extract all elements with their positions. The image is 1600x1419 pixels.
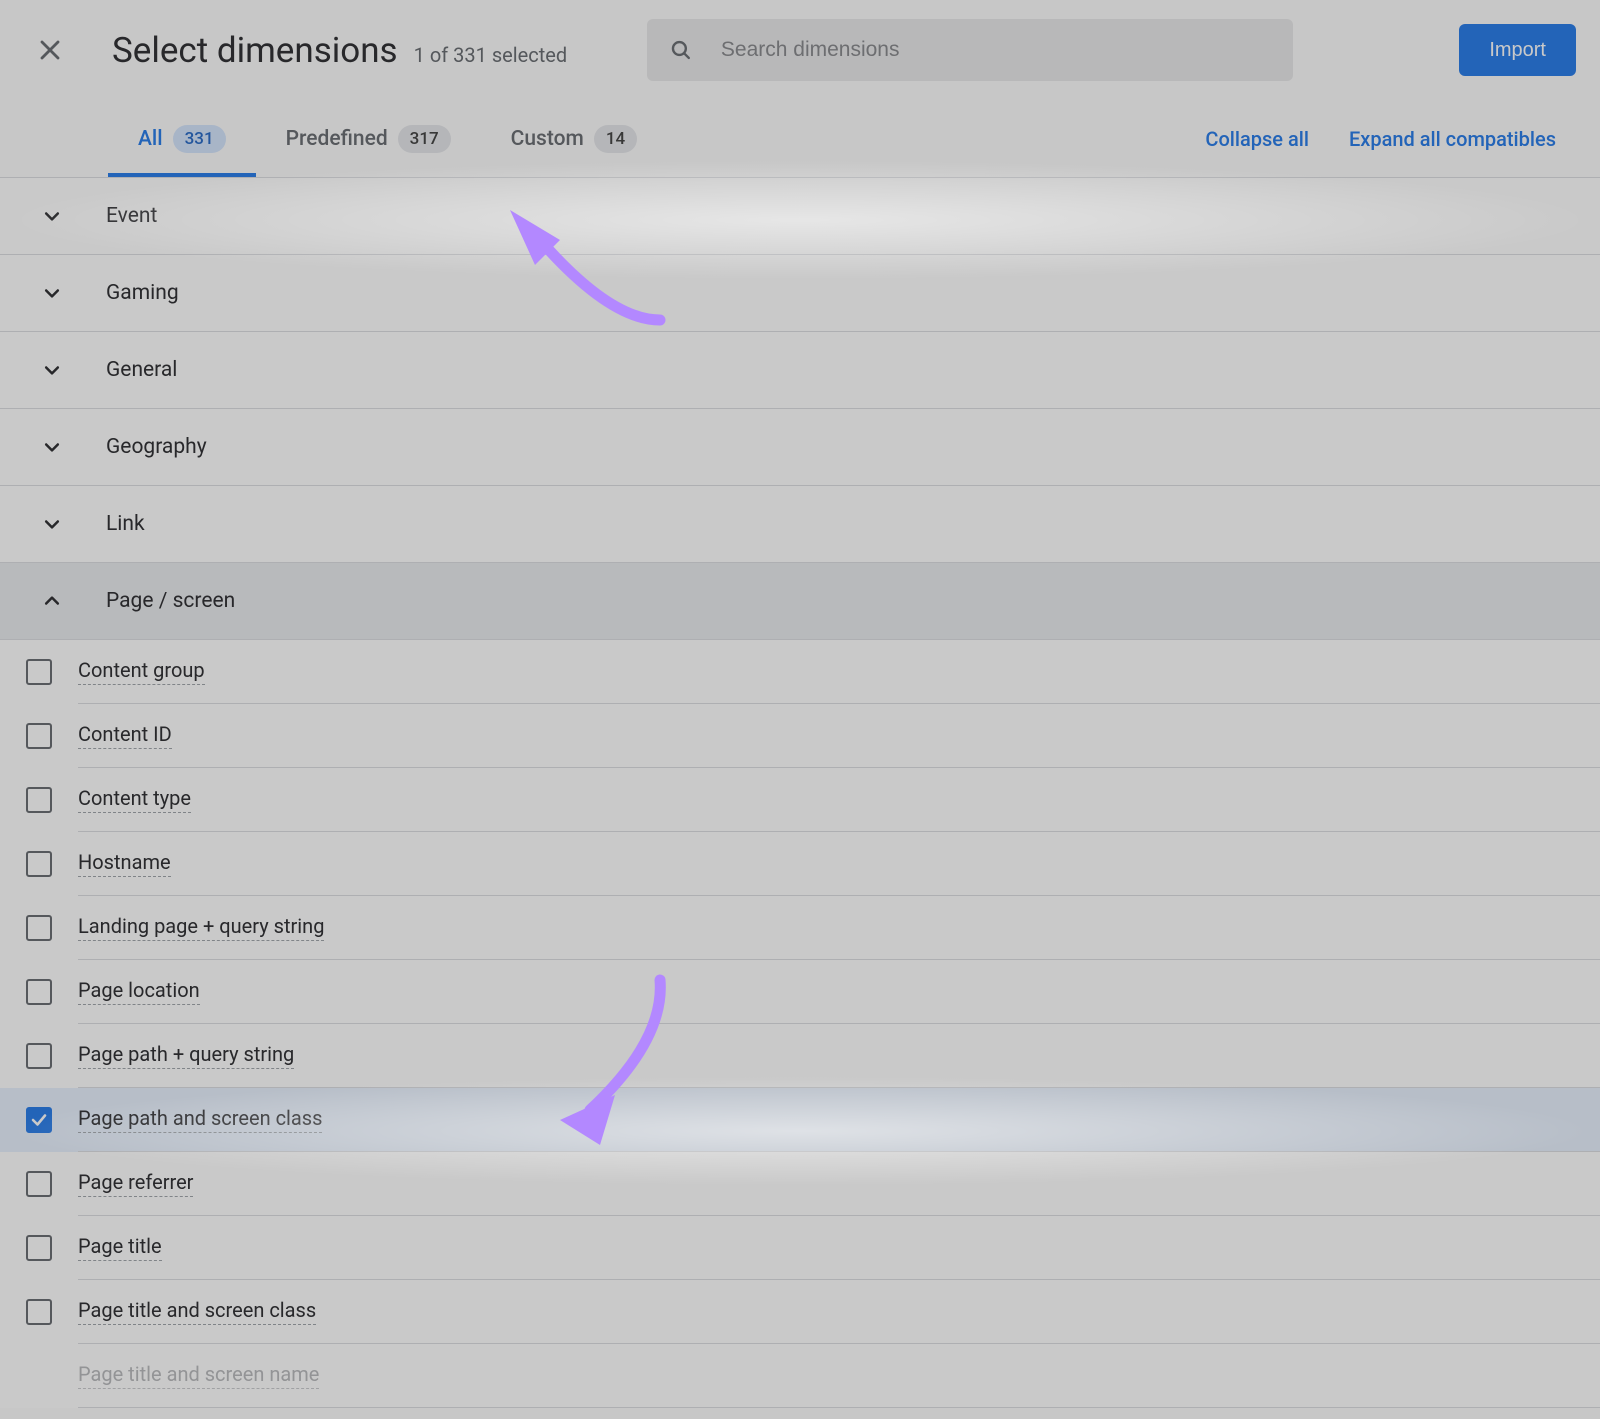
category-row-general[interactable]: General bbox=[0, 332, 1600, 409]
checkbox[interactable] bbox=[26, 1171, 52, 1197]
tab-label: Predefined bbox=[286, 127, 388, 151]
selection-count: 1 of 331 selected bbox=[414, 43, 568, 67]
checkbox[interactable] bbox=[26, 1299, 52, 1325]
dimension-label: Page title bbox=[78, 1234, 162, 1261]
page-screen-items: Content group Content ID Content type Ho… bbox=[0, 640, 1600, 1408]
dimension-item[interactable]: Content type bbox=[0, 768, 1600, 832]
import-button[interactable]: Import bbox=[1459, 24, 1576, 76]
checkbox[interactable] bbox=[26, 915, 52, 941]
category-row-gaming[interactable]: Gaming bbox=[0, 255, 1600, 332]
checkbox[interactable] bbox=[26, 979, 52, 1005]
category-label: Page / screen bbox=[106, 589, 235, 613]
chevron-down-icon bbox=[26, 206, 78, 226]
category-label: General bbox=[106, 358, 177, 382]
search-icon bbox=[669, 37, 693, 63]
dimension-label: Page path and screen class bbox=[78, 1106, 322, 1133]
checkbox[interactable] bbox=[26, 659, 52, 685]
dimension-label: Page location bbox=[78, 978, 200, 1005]
expand-all-link[interactable]: Expand all compatibles bbox=[1329, 127, 1576, 151]
dimension-item[interactable]: Content ID bbox=[0, 704, 1600, 768]
tabs-row: All 331 Predefined 317 Custom 14 Collaps… bbox=[0, 100, 1600, 178]
tab-custom[interactable]: Custom 14 bbox=[481, 100, 667, 177]
dimension-item[interactable]: Page title and screen class bbox=[0, 1280, 1600, 1344]
dimension-label: Landing page + query string bbox=[78, 914, 324, 941]
dimension-label: Content group bbox=[78, 658, 205, 685]
search-input[interactable] bbox=[721, 38, 1271, 62]
chevron-down-icon bbox=[26, 360, 78, 380]
title-group: Select dimensions 1 of 331 selected bbox=[112, 30, 567, 71]
dimension-label: Page path + query string bbox=[78, 1042, 294, 1069]
check-icon bbox=[30, 1111, 48, 1129]
dimension-item-selected[interactable]: Page path and screen class bbox=[0, 1088, 1600, 1152]
tab-count-badge: 317 bbox=[398, 125, 451, 153]
category-row-link[interactable]: Link bbox=[0, 486, 1600, 563]
checkbox[interactable] bbox=[26, 787, 52, 813]
dimension-label: Page title and screen class bbox=[78, 1298, 316, 1325]
chevron-up-icon bbox=[26, 591, 78, 611]
tab-label: Custom bbox=[511, 127, 584, 151]
dimension-label: Content ID bbox=[78, 722, 172, 749]
dimension-label: Content type bbox=[78, 786, 191, 813]
dimension-item[interactable]: Page title bbox=[0, 1216, 1600, 1280]
chevron-down-icon bbox=[26, 514, 78, 534]
chevron-down-icon bbox=[26, 283, 78, 303]
category-row-event[interactable]: Event bbox=[0, 178, 1600, 255]
category-row-geography[interactable]: Geography bbox=[0, 409, 1600, 486]
checkbox[interactable] bbox=[26, 723, 52, 749]
dimension-item[interactable]: Hostname bbox=[0, 832, 1600, 896]
tab-count-badge: 331 bbox=[173, 125, 226, 153]
dimension-item[interactable]: Page location bbox=[0, 960, 1600, 1024]
category-row-page-screen[interactable]: Page / screen bbox=[0, 563, 1600, 640]
close-button[interactable] bbox=[24, 24, 76, 76]
chevron-down-icon bbox=[26, 437, 78, 457]
checkbox-checked[interactable] bbox=[26, 1107, 52, 1133]
dimension-item[interactable]: Page path + query string bbox=[0, 1024, 1600, 1088]
checkbox[interactable] bbox=[26, 1043, 52, 1069]
category-label: Link bbox=[106, 512, 145, 536]
checkbox-disabled bbox=[26, 1363, 52, 1389]
tab-count-badge: 14 bbox=[594, 125, 637, 153]
dimension-item[interactable]: Content group bbox=[0, 640, 1600, 704]
dialog-title: Select dimensions bbox=[112, 30, 398, 71]
dimension-item[interactable]: Landing page + query string bbox=[0, 896, 1600, 960]
close-icon bbox=[38, 38, 62, 62]
dimension-label: Page referrer bbox=[78, 1170, 193, 1197]
dimension-item[interactable]: Page referrer bbox=[0, 1152, 1600, 1216]
category-label: Event bbox=[106, 204, 157, 228]
dialog-header: Select dimensions 1 of 331 selected Impo… bbox=[0, 0, 1600, 100]
dimension-item-incompatible: Page title and screen name bbox=[0, 1344, 1600, 1408]
checkbox[interactable] bbox=[26, 1235, 52, 1261]
search-box[interactable] bbox=[647, 19, 1293, 81]
tab-label: All bbox=[138, 127, 163, 151]
category-label: Gaming bbox=[106, 281, 179, 305]
tab-all[interactable]: All 331 bbox=[108, 100, 256, 177]
dimension-label: Page title and screen name bbox=[78, 1362, 319, 1389]
category-label: Geography bbox=[106, 435, 207, 459]
collapse-all-link[interactable]: Collapse all bbox=[1185, 127, 1329, 151]
checkbox[interactable] bbox=[26, 851, 52, 877]
dimension-picker-dialog: Select dimensions 1 of 331 selected Impo… bbox=[0, 0, 1600, 1419]
dimension-label: Hostname bbox=[78, 850, 171, 877]
tab-predefined[interactable]: Predefined 317 bbox=[256, 100, 481, 177]
